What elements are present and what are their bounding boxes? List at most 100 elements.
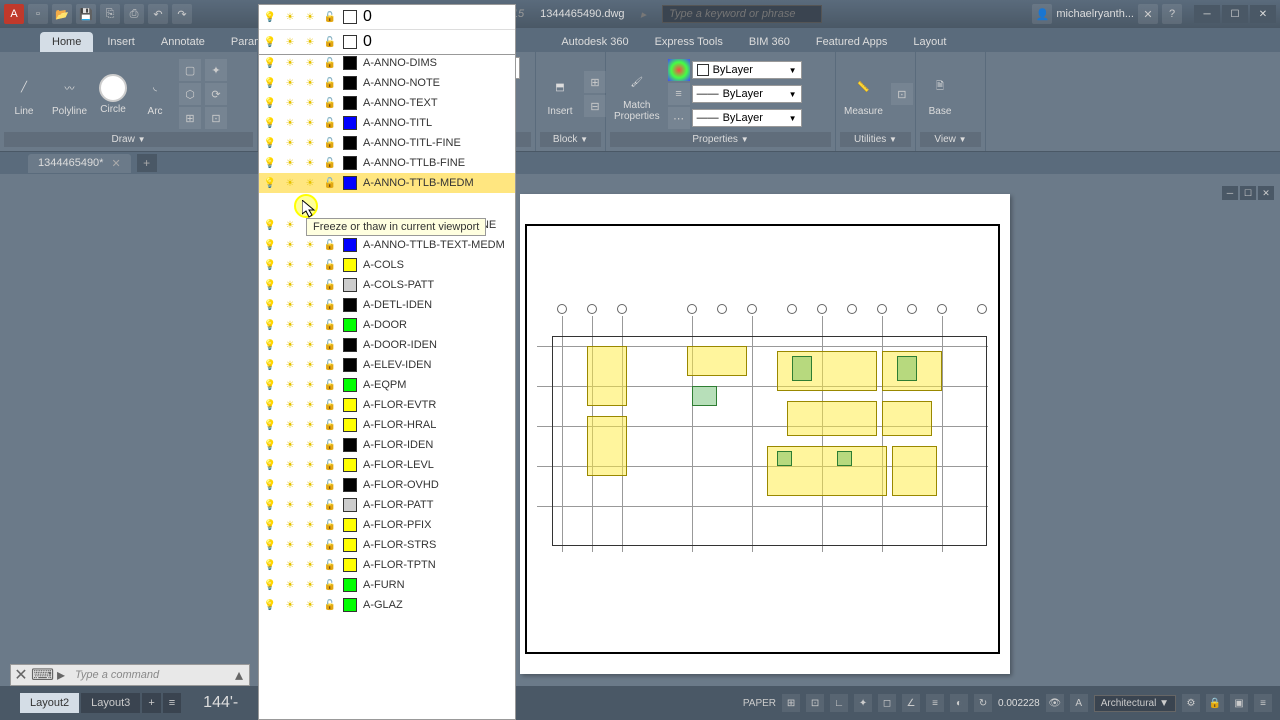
lock-icon[interactable]: 🔓	[323, 156, 337, 170]
layer-header-row[interactable]: 💡 ☀ ☀ 🔓 0	[259, 5, 515, 30]
bulb-icon[interactable]: 💡	[263, 298, 277, 312]
vpfreeze-icon[interactable]: ☀	[303, 278, 317, 292]
layer-row[interactable]: 💡☀☀🔓A-ANNO-DIMS	[259, 53, 515, 73]
freeze-icon[interactable]: ☀	[283, 398, 297, 412]
drawing-area[interactable]: ─ ☐ ✕	[0, 174, 1280, 686]
color-swatch[interactable]	[343, 298, 357, 312]
lock-icon[interactable]: 🔓	[323, 438, 337, 452]
bulb-icon[interactable]: 💡	[263, 96, 277, 110]
lock-icon[interactable]: 🔓	[323, 498, 337, 512]
color-swatch[interactable]	[343, 318, 357, 332]
close-icon[interactable]: ✕	[111, 157, 120, 170]
bulb-icon[interactable]: 💡	[263, 358, 277, 372]
anno-scale-icon[interactable]: A	[1070, 694, 1088, 712]
freeze-icon[interactable]: ☀	[283, 116, 297, 130]
layer-row[interactable]: 💡☀☀🔓A-ANNO-TTLB-FINE	[259, 153, 515, 173]
layer-row[interactable]: 💡☀☀🔓A-ANNO-NOTE	[259, 73, 515, 93]
bulb-icon[interactable]: 💡	[263, 258, 277, 272]
osnap-icon[interactable]: ◻	[878, 694, 896, 712]
panel-properties-title[interactable]: Properties ▼	[610, 132, 831, 147]
layer-row[interactable]: 💡☀☀🔓A-ANNO-TTLB-TEXT-MEDM	[259, 235, 515, 255]
grid-icon[interactable]: ⊞	[782, 694, 800, 712]
vpfreeze-icon[interactable]: ☀	[303, 156, 317, 170]
vpfreeze-icon[interactable]: ☀	[303, 56, 317, 70]
util-small-1[interactable]: ⊡	[891, 83, 913, 105]
lock-icon[interactable]: 🔓	[323, 10, 337, 24]
bulb-icon[interactable]: 💡	[263, 578, 277, 592]
bulb-icon[interactable]: 💡	[263, 278, 277, 292]
lock-icon[interactable]: 🔓	[323, 458, 337, 472]
bulb-icon[interactable]: 💡	[263, 116, 277, 130]
vpfreeze-icon[interactable]: ☀	[303, 438, 317, 452]
freeze-icon[interactable]: ☀	[283, 358, 297, 372]
vpfreeze-icon[interactable]: ☀	[303, 498, 317, 512]
bulb-icon[interactable]: 💡	[263, 438, 277, 452]
freeze-icon[interactable]: ☀	[283, 418, 297, 432]
app-menu-icon[interactable]: A	[4, 4, 24, 24]
lock-icon[interactable]: 🔓	[323, 298, 337, 312]
vpfreeze-icon[interactable]: ☀	[303, 35, 317, 49]
layer-header-row[interactable]: 💡 ☀ ☀ 🔓 0	[259, 30, 515, 54]
lock-icon[interactable]: 🔓	[323, 278, 337, 292]
draw-small-1[interactable]: ▢	[179, 59, 201, 81]
freeze-icon[interactable]: ☀	[283, 10, 297, 24]
bulb-icon[interactable]: 💡	[263, 398, 277, 412]
vp-maximize[interactable]: ☐	[1240, 186, 1256, 200]
close-button[interactable]: ✕	[1250, 5, 1276, 23]
vp-close[interactable]: ✕	[1258, 186, 1274, 200]
freeze-icon[interactable]: ☀	[283, 56, 297, 70]
color-swatch[interactable]	[343, 258, 357, 272]
lock-icon[interactable]: 🔓	[323, 518, 337, 532]
color-swatch[interactable]	[343, 76, 357, 90]
lock-icon[interactable]: 🔓	[323, 538, 337, 552]
layer-row[interactable]: 💡☀☀🔓A-FLOR-HRAL	[259, 415, 515, 435]
color-swatch[interactable]	[343, 378, 357, 392]
lock-icon[interactable]: 🔓	[323, 598, 337, 612]
freeze-icon[interactable]: ☀	[283, 578, 297, 592]
base-button[interactable]: 🗎Base	[920, 70, 960, 119]
otrack-icon[interactable]: ∠	[902, 694, 920, 712]
paper-label[interactable]: PAPER	[743, 698, 776, 709]
lweight-icon[interactable]: ≡	[926, 694, 944, 712]
signin-icon[interactable]: 👤	[1032, 4, 1052, 24]
freeze-icon[interactable]: ☀	[283, 96, 297, 110]
help-icon[interactable]: ?	[1162, 4, 1182, 24]
lock-icon[interactable]: 🔓	[323, 96, 337, 110]
insert-button[interactable]: ⬒Insert	[540, 70, 580, 119]
command-input[interactable]: Type a command	[71, 669, 229, 681]
color-swatch[interactable]	[343, 578, 357, 592]
color-swatch[interactable]	[343, 418, 357, 432]
lock-icon[interactable]: 🔓	[323, 398, 337, 412]
tab-insert[interactable]: Insert	[95, 32, 147, 52]
color-swatch[interactable]	[343, 238, 357, 252]
color-swatch[interactable]	[343, 538, 357, 552]
color-swatch[interactable]	[343, 35, 357, 49]
color-swatch[interactable]	[343, 338, 357, 352]
layer-row[interactable]: 💡☀☀🔓A-FLOR-STRS	[259, 535, 515, 555]
color-swatch[interactable]	[343, 176, 357, 190]
vpfreeze-icon[interactable]: ☀	[303, 578, 317, 592]
vpfreeze-icon[interactable]: ☀	[303, 10, 317, 24]
modify-small-1[interactable]: ✦	[205, 59, 227, 81]
scale-combo[interactable]: Architectural ▼	[1094, 695, 1176, 712]
layer-row[interactable]: 💡☀☀🔓A-FLOR-EVTR	[259, 395, 515, 415]
maximize-button[interactable]: ☐	[1222, 5, 1248, 23]
open-icon[interactable]: 📂	[52, 4, 72, 24]
polar-icon[interactable]: ✦	[854, 694, 872, 712]
color-swatch[interactable]	[343, 10, 357, 24]
measure-button[interactable]: 📏Measure	[840, 70, 887, 119]
freeze-icon[interactable]: ☀	[283, 76, 297, 90]
tab-express[interactable]: Express Tools	[643, 32, 735, 52]
ltype-icon[interactable]: ⋯	[668, 107, 690, 129]
freeze-icon[interactable]: ☀	[283, 35, 297, 49]
bulb-icon[interactable]: 💡	[263, 156, 277, 170]
color-swatch[interactable]	[343, 156, 357, 170]
command-line[interactable]: ✕ ⌨ ▸ Type a command ▴	[10, 664, 250, 686]
lock-icon[interactable]: 🔓	[323, 258, 337, 272]
tab-annotate[interactable]: Annotate	[149, 32, 217, 52]
vpfreeze-icon[interactable]: ☀	[303, 538, 317, 552]
ortho-icon[interactable]: ∟	[830, 694, 848, 712]
viewport[interactable]	[525, 224, 1000, 654]
redo-icon[interactable]: ↷	[172, 4, 192, 24]
layout-tab-active[interactable]: Layout2	[20, 693, 79, 713]
